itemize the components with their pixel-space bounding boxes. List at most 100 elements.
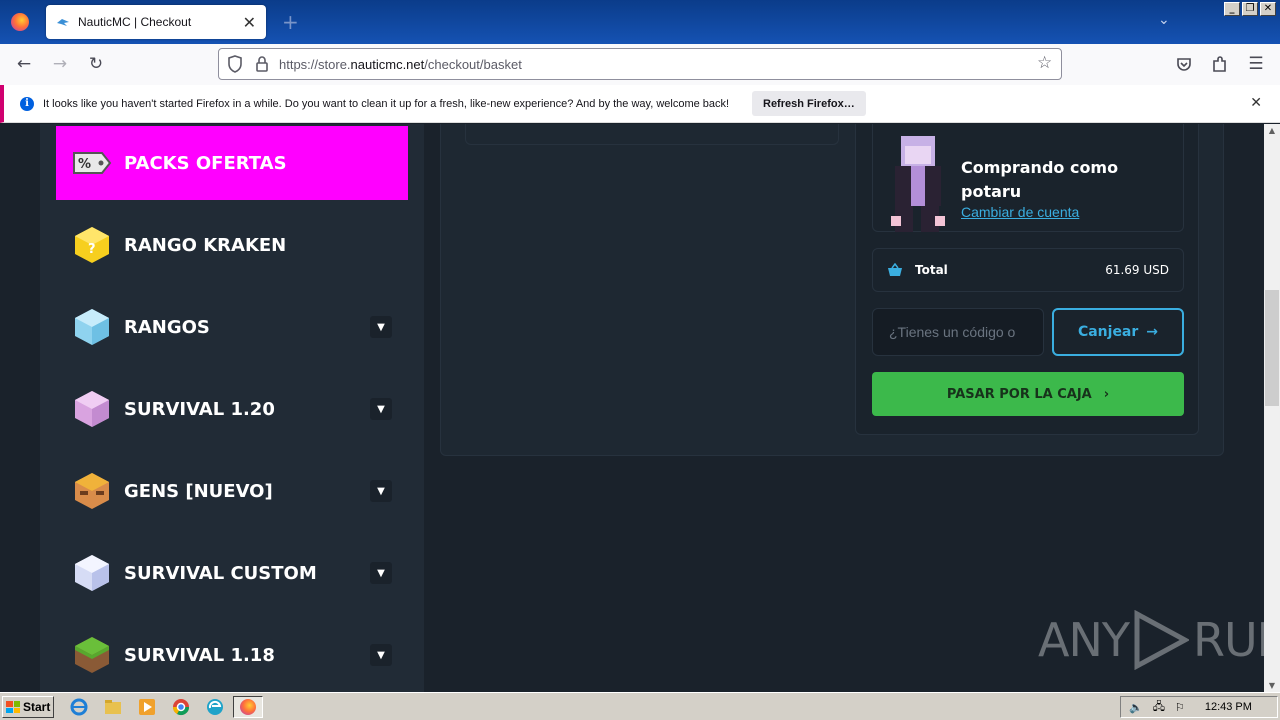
url-bar[interactable]: https://store.nauticmc.net/checkout/bask… — [218, 48, 1062, 80]
basket-icon — [888, 263, 902, 276]
system-tray: 🔈 🖧 ⚐ 12:43 PM — [1120, 696, 1278, 718]
coupon-code-input[interactable] — [872, 308, 1044, 356]
browser-tab-bar: NauticMC | Checkout ✕ + ⌄ _ ❐ ✕ — [0, 0, 1280, 44]
tab-title: NauticMC | Checkout — [78, 15, 192, 29]
notification-close-icon[interactable]: ✕ — [1250, 95, 1262, 111]
total-value: 61.69 USD — [1105, 263, 1169, 277]
page-content: % PACKS OFERTAS ? RANGO KRAKEN RANGOS ▼ … — [0, 124, 1264, 692]
notification-text: It looks like you haven't started Firefo… — [43, 97, 730, 110]
lock-icon[interactable] — [255, 55, 269, 73]
sidebar-item-label: RANGO KRAKEN — [124, 234, 287, 256]
volume-icon[interactable]: 🔈 — [1129, 701, 1143, 714]
pink-block-icon — [75, 391, 109, 427]
network-icon[interactable]: 🖧 — [1153, 698, 1165, 717]
sidebar-item-label: PACKS OFERTAS — [124, 152, 287, 174]
internet-explorer-icon[interactable] — [70, 698, 88, 716]
list-tabs-chevron-icon[interactable]: ⌄ — [1158, 12, 1170, 28]
extensions-icon[interactable] — [1210, 54, 1230, 74]
pocket-icon[interactable] — [1174, 54, 1194, 74]
sidebar-item-rangos[interactable]: RANGOS ▼ — [56, 290, 408, 364]
player-skin-avatar — [891, 136, 945, 232]
grass-block-icon — [75, 637, 109, 673]
sidebar-item-survival-1-18[interactable]: SURVIVAL 1.18 ▼ — [56, 618, 408, 692]
change-account-link[interactable]: Cambiar de cuenta — [961, 204, 1079, 220]
back-arrow-icon[interactable]: ← — [14, 54, 34, 74]
total-label: Total — [915, 263, 948, 277]
sidebar-item-label: RANGOS — [124, 316, 210, 338]
chevron-down-icon[interactable]: ▼ — [370, 562, 392, 584]
category-sidebar: % PACKS OFERTAS ? RANGO KRAKEN RANGOS ▼ … — [40, 124, 424, 692]
gens-head-icon — [75, 473, 109, 509]
forward-arrow-icon[interactable]: → — [50, 54, 70, 74]
nauticmc-favicon-icon — [57, 19, 69, 26]
firefox-refresh-notification: i It looks like you haven't started Fire… — [0, 85, 1280, 123]
edge-icon[interactable] — [206, 698, 224, 716]
sidebar-item-label: SURVIVAL 1.20 — [124, 398, 275, 420]
scrollbar-thumb[interactable] — [1265, 290, 1279, 406]
minimize-icon[interactable]: _ — [1224, 2, 1240, 16]
sale-tag-icon: % — [73, 152, 112, 174]
lucky-block-icon: ? — [75, 227, 109, 263]
chevron-down-icon[interactable]: ▼ — [370, 644, 392, 666]
clock: 12:43 PM — [1204, 701, 1252, 713]
windows-taskbar: Start 🔈 🖧 ⚐ 12:43 PM — [0, 692, 1280, 720]
basket-item-card — [465, 124, 839, 145]
anyrun-watermark: ANY RUN — [1038, 610, 1264, 670]
svg-text:%: % — [78, 157, 91, 172]
sidebar-item-survival-1-20[interactable]: SURVIVAL 1.20 ▼ — [56, 372, 408, 446]
watermark-text-left: ANY — [1038, 613, 1130, 667]
refresh-firefox-button[interactable]: Refresh Firefox… — [752, 91, 866, 116]
sidebar-item-rango-kraken[interactable]: ? RANGO KRAKEN — [56, 208, 408, 282]
tab-close-icon[interactable]: ✕ — [243, 13, 256, 32]
svg-text:?: ? — [88, 242, 96, 257]
navigation-toolbar: ← → ↻ https://store.nauticmc.net/checkou… — [0, 44, 1280, 85]
tracking-shield-icon[interactable] — [227, 55, 243, 73]
url-text[interactable]: https://store.nauticmc.net/checkout/bask… — [279, 57, 522, 72]
sidebar-item-packs-ofertas[interactable]: % PACKS OFERTAS — [56, 126, 408, 200]
info-icon: i — [20, 96, 34, 111]
scroll-up-icon[interactable]: ▲ — [1264, 126, 1280, 135]
taskbar-firefox-icon[interactable] — [239, 698, 257, 716]
window-close-icon[interactable]: ✕ — [1260, 2, 1276, 16]
sidebar-item-survival-custom[interactable]: SURVIVAL CUSTOM ▼ — [56, 536, 408, 610]
start-button[interactable]: Start — [2, 696, 54, 718]
windows-logo-icon — [6, 701, 20, 713]
bookmark-star-icon[interactable]: ☆ — [1037, 53, 1052, 73]
sidebar-item-label: SURVIVAL 1.18 — [124, 644, 275, 666]
chevron-down-icon[interactable]: ▼ — [370, 480, 392, 502]
page-scrollbar[interactable]: ▲ ▼ — [1264, 124, 1280, 692]
firefox-menu-button[interactable] — [0, 0, 40, 44]
restore-icon[interactable]: ❐ — [1242, 2, 1258, 16]
scroll-down-icon[interactable]: ▼ — [1264, 681, 1280, 690]
checkout-card: Comprando como potaru Cambiar de cuenta … — [440, 124, 1224, 456]
window-controls: _ ❐ ✕ — [1224, 2, 1276, 16]
redeem-label: Canjear — [1077, 324, 1139, 340]
crystal-block-icon — [75, 555, 109, 591]
redeem-button[interactable]: Canjear → — [1052, 308, 1184, 356]
flag-icon[interactable]: ⚐ — [1175, 701, 1185, 714]
reload-icon[interactable]: ↻ — [86, 54, 106, 74]
media-player-icon[interactable] — [138, 698, 156, 716]
checkout-button[interactable]: PASAR POR LA CAJA › — [872, 372, 1184, 416]
total-row: Total 61.69 USD — [872, 248, 1184, 292]
order-summary: Comprando como potaru Cambiar de cuenta … — [855, 124, 1199, 435]
new-tab-icon[interactable]: + — [282, 10, 299, 34]
firefox-logo-icon — [11, 13, 29, 31]
chevron-down-icon[interactable]: ▼ — [370, 398, 392, 420]
checkout-label: PASAR POR LA CAJA — [946, 386, 1092, 402]
buyer-info: Comprando como potaru Cambiar de cuenta — [872, 124, 1184, 232]
start-label: Start — [23, 700, 51, 714]
play-triangle-icon — [1134, 610, 1189, 670]
watermark-text-right: RUN — [1192, 613, 1264, 667]
chevron-down-icon[interactable]: ▼ — [370, 316, 392, 338]
arrow-right-icon: → — [1146, 324, 1159, 340]
ice-block-icon — [75, 309, 109, 345]
hamburger-menu-icon[interactable]: ☰ — [1246, 54, 1266, 74]
sidebar-item-label: GENS [NUEVO] — [124, 480, 273, 502]
file-explorer-icon[interactable] — [104, 698, 122, 716]
tab-checkout[interactable]: NauticMC | Checkout ✕ — [46, 5, 266, 39]
sidebar-item-gens-nuevo[interactable]: GENS [NUEVO] ▼ — [56, 454, 408, 528]
sidebar-item-label: SURVIVAL CUSTOM — [124, 562, 317, 584]
chevron-right-icon: › — [1103, 386, 1110, 402]
chrome-icon[interactable] — [172, 698, 190, 716]
